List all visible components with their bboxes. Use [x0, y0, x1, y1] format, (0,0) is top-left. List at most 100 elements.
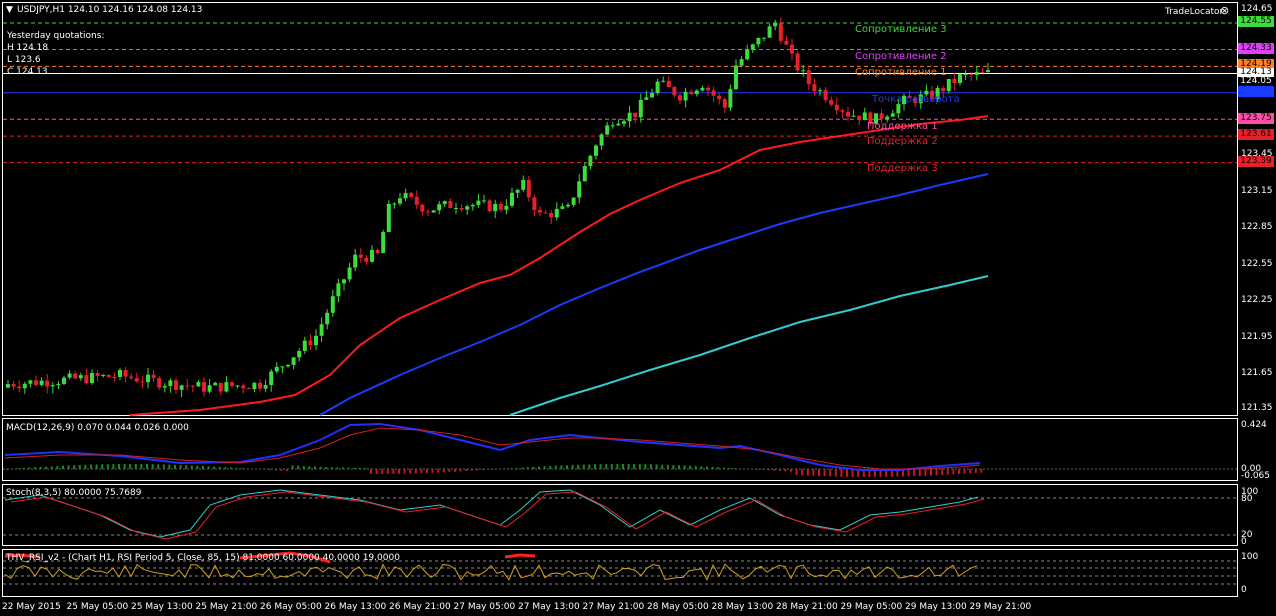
macd-bar [291, 465, 294, 469]
yesterday-high: H 124.18 [7, 43, 49, 53]
candle-body [694, 90, 699, 95]
trade-locator-icon[interactable]: ⊗ [1220, 5, 1229, 16]
macd-bar [353, 467, 356, 469]
candle-body [588, 155, 593, 167]
time-tick: 29 May 13:00 [905, 602, 967, 612]
macd-label: MACD(12,26,9) 0.070 0.044 0.026 0.000 [6, 423, 189, 433]
macd-bar [224, 467, 227, 469]
candle-body [375, 249, 380, 254]
price-tick: 121.95 [1241, 332, 1273, 342]
candle-body [67, 373, 72, 378]
candle-body [594, 145, 598, 156]
candle-body [952, 78, 957, 84]
candle-body [549, 212, 554, 218]
candle-body [487, 200, 492, 212]
macd-bar [157, 464, 160, 469]
candle-body [45, 380, 50, 387]
macd-bar [935, 469, 938, 476]
macd-bar [482, 469, 484, 471]
candle-body [734, 65, 738, 90]
macd-bar [73, 465, 76, 469]
candle-body [297, 350, 302, 358]
price-tick: 123.15 [1241, 186, 1273, 196]
macd-bar [459, 469, 462, 472]
price-tag-pivot: 123.97 [1238, 86, 1274, 97]
candle-body [252, 382, 257, 390]
symbol-quote-line: USDJPY,H1 124.10 124.16 124.08 124.13 [17, 5, 203, 15]
candle-body [437, 204, 442, 211]
macd-bar [330, 467, 333, 469]
chart-drawing [3, 17, 1237, 585]
candle-body [493, 203, 498, 212]
candle-body [706, 87, 710, 91]
candle-body [308, 340, 313, 346]
macd-bar [694, 466, 697, 469]
macd-bar [241, 468, 244, 469]
time-tick: 25 May 05:00 [66, 602, 129, 612]
macd-bar [90, 464, 92, 469]
candle-body [174, 380, 178, 390]
price-tag-s2: 123.61 [1238, 129, 1274, 140]
macd-bar [308, 466, 311, 469]
candle-body [571, 197, 576, 205]
candle-body [599, 134, 604, 146]
macd-bar [118, 464, 120, 469]
candle-body [414, 196, 419, 205]
candle-body [84, 375, 89, 384]
macd-bar [487, 469, 490, 470]
candle-body [34, 380, 38, 386]
candle-body [398, 198, 402, 204]
chart-menu-triangle-icon[interactable]: ▼ [6, 5, 13, 16]
macd-bar [717, 467, 720, 469]
time-tick: 25 May 13:00 [131, 602, 193, 612]
macd-bar [969, 469, 972, 474]
time-tick: 29 May 05:00 [840, 602, 903, 612]
candle-body [319, 324, 324, 336]
candle-body [655, 81, 660, 93]
macd-bar [952, 469, 955, 475]
candle-body [980, 71, 985, 73]
macd-bar [375, 469, 378, 474]
macd-bar [532, 466, 535, 469]
candle-body [834, 104, 839, 111]
price-tick: 121.65 [1241, 368, 1273, 378]
price-tag-r3: 124.55 [1238, 16, 1274, 27]
candle-body [812, 84, 817, 92]
macd-tick: -0.065 [1241, 471, 1271, 481]
candle-body [241, 385, 246, 389]
macd-bar [633, 464, 636, 469]
macd-bar [946, 469, 949, 475]
candle-body [286, 364, 290, 367]
macd-bar [269, 469, 272, 471]
price-tag-s1: 123.75 [1238, 113, 1274, 124]
time-tick: 28 May 05:00 [647, 602, 709, 612]
candle-body [213, 382, 218, 386]
candle-body [190, 385, 195, 387]
macd-bar [409, 469, 412, 474]
candle-body [470, 204, 475, 207]
macd-bar [689, 465, 692, 469]
macd-bar [924, 469, 927, 476]
macd-bar [566, 465, 568, 469]
candle-body [50, 385, 55, 387]
candle-body [342, 279, 346, 284]
macd-bar [106, 464, 109, 469]
time-tick: 27 May 21:00 [582, 602, 645, 612]
price-tick: 122.55 [1241, 259, 1273, 269]
macd-bar [784, 469, 787, 472]
macd-bar [778, 469, 781, 472]
macd-bar [84, 464, 87, 469]
candle-body [403, 193, 408, 199]
candle-body [885, 116, 890, 119]
support-2-label: Поддержка 2 [867, 136, 938, 147]
macd-bar [706, 466, 708, 469]
candle-body [106, 374, 111, 377]
macd-bar [398, 469, 400, 474]
candle-body [739, 59, 744, 66]
macd-bar [280, 469, 283, 471]
candle-body [650, 92, 654, 98]
time-tick: 26 May 21:00 [389, 602, 451, 612]
macd-bar [101, 464, 104, 469]
candle-body [56, 383, 61, 386]
candle-body [465, 206, 470, 210]
